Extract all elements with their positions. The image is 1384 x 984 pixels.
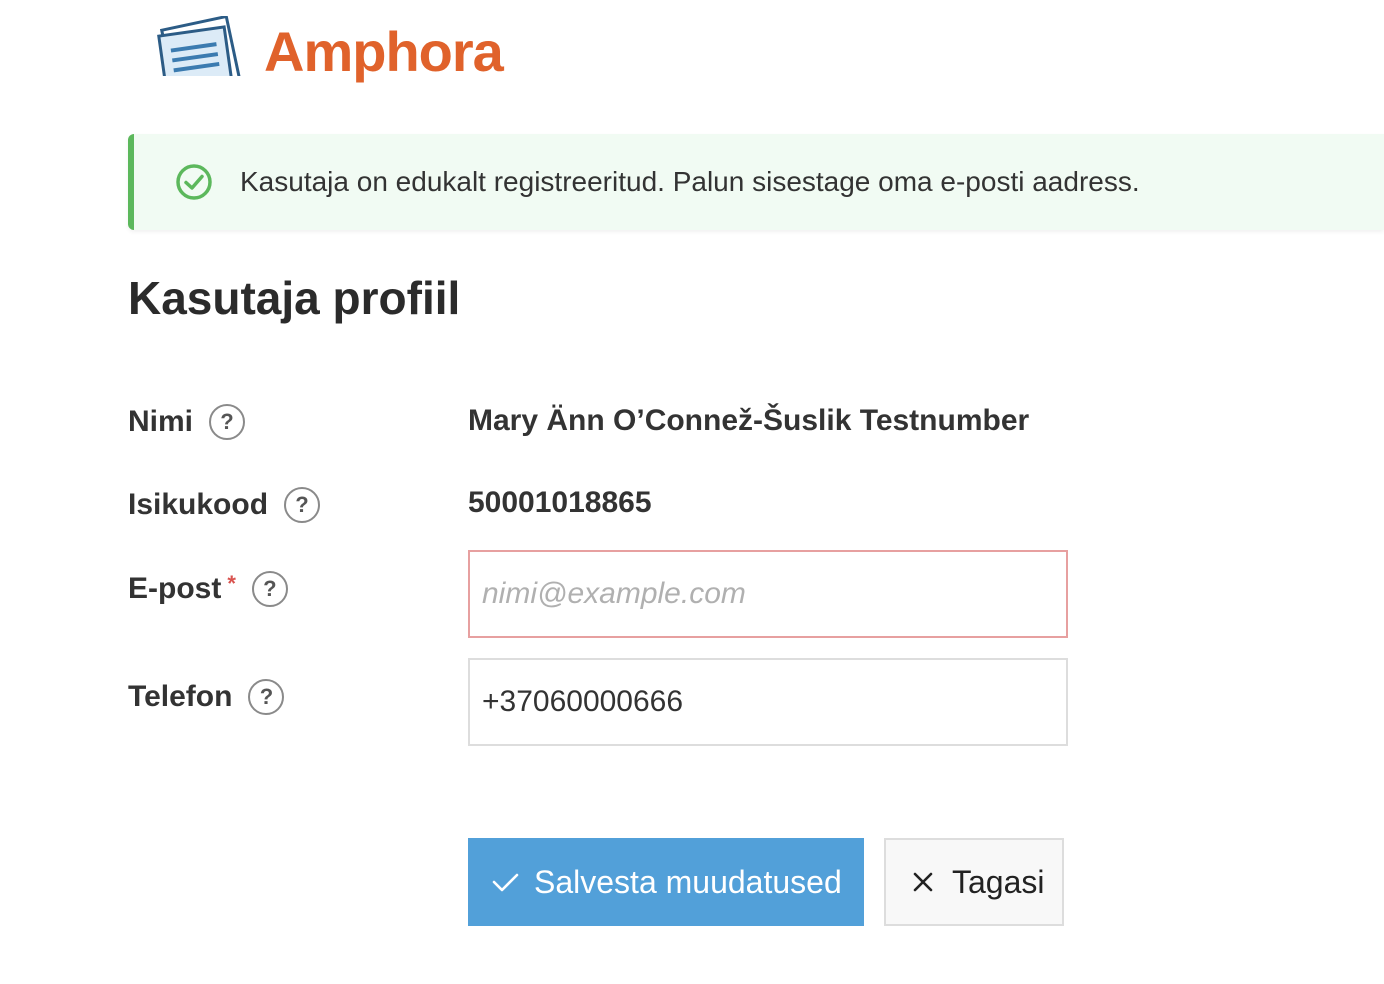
- check-circle-icon: [174, 162, 214, 202]
- required-marker: *: [227, 571, 236, 596]
- brand-logo[interactable]: Amphora: [154, 16, 504, 83]
- check-icon: [488, 865, 522, 899]
- help-icon-phone[interactable]: ?: [248, 679, 285, 715]
- name-label: Nimi: [128, 405, 194, 438]
- close-icon: [906, 865, 940, 899]
- help-icon-id-code[interactable]: ?: [284, 487, 321, 523]
- page: Amphora Kasutaja on edukalt registreerit…: [0, 0, 1384, 984]
- phone-label: Telefon: [128, 680, 233, 713]
- save-button-label: Salvesta muudatused: [534, 863, 842, 900]
- id-code-label: Isikukood: [128, 488, 269, 521]
- id-code-label-row: Isikukood ?: [128, 487, 321, 523]
- back-button[interactable]: Tagasi: [884, 838, 1064, 926]
- documents-icon: [154, 16, 252, 76]
- help-icon-email[interactable]: ?: [251, 571, 288, 607]
- brand-name: Amphora: [264, 20, 504, 83]
- id-code-value: 50001018865: [468, 486, 652, 519]
- alert-message: Kasutaja on edukalt registreeritud. Palu…: [240, 166, 1140, 197]
- name-value: Mary Änn O’Connež-Šuslik Testnumber: [468, 404, 1030, 437]
- email-field[interactable]: [468, 550, 1068, 638]
- email-label-row: E-post * ?: [128, 571, 288, 607]
- phone-field[interactable]: [468, 658, 1068, 746]
- save-button[interactable]: Salvesta muudatused: [468, 838, 864, 926]
- name-label-row: Nimi ?: [128, 404, 246, 440]
- success-alert: Kasutaja on edukalt registreeritud. Palu…: [128, 134, 1384, 230]
- page-title: Kasutaja profiil: [128, 272, 461, 324]
- help-icon-name[interactable]: ?: [209, 404, 246, 440]
- back-button-label: Tagasi: [952, 863, 1045, 900]
- email-label: E-post: [128, 572, 222, 605]
- phone-label-row: Telefon ?: [128, 679, 285, 715]
